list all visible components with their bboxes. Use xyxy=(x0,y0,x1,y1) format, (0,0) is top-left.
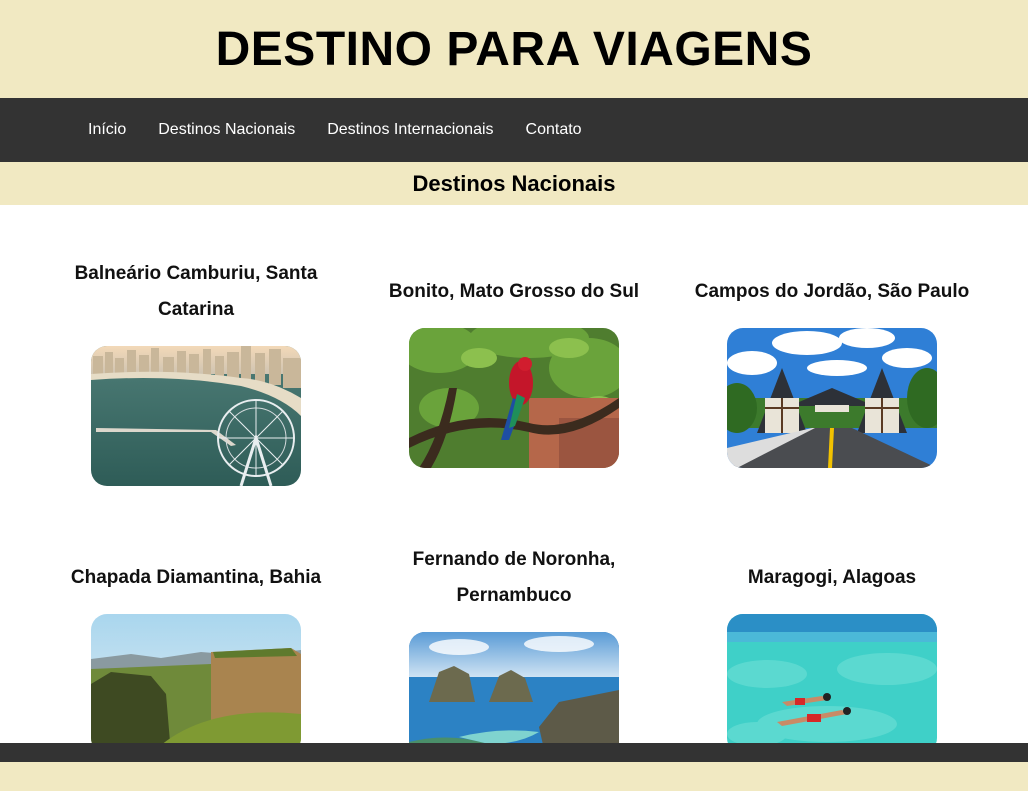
destination-card-bonito: Bonito, Mato Grosso do Sul xyxy=(355,274,673,468)
footer xyxy=(0,762,1028,791)
nav-item-destinos-nacionais[interactable]: Destinos Nacionais xyxy=(158,121,295,139)
turquoise-water-snorkel-photo xyxy=(727,614,937,754)
destination-title: Bonito, Mato Grosso do Sul xyxy=(388,281,640,302)
coastal-city-ferris-wheel-photo xyxy=(91,346,301,486)
alpine-gate-road-photo xyxy=(727,328,937,468)
footer-bar xyxy=(0,743,1028,762)
main-nav: Início Destinos Nacionais Destinos Inter… xyxy=(0,98,1028,162)
destination-card-chapada-diamantina: Chapada Diamantina, Bahia xyxy=(37,560,355,754)
nav-item-contato[interactable]: Contato xyxy=(526,121,582,139)
destination-title: Fernando de Noronha, Pernambuco xyxy=(412,549,616,606)
site-title: DESTINO PARA VIAGENS xyxy=(215,22,813,76)
destination-card-campos-do-jordao: Campos do Jordão, São Paulo xyxy=(673,274,991,468)
destination-title: Chapada Diamantina, Bahia xyxy=(70,567,322,588)
nav-item-inicio[interactable]: Início xyxy=(88,121,126,139)
section-title: Destinos Nacionais xyxy=(412,170,616,196)
plateau-mountains-photo xyxy=(91,614,301,754)
site-header: DESTINO PARA VIAGENS xyxy=(0,0,1028,98)
destination-title: Maragogi, Alagoas xyxy=(747,567,917,588)
section-header: Destinos Nacionais xyxy=(0,162,1028,205)
destination-title: Campos do Jordão, São Paulo xyxy=(694,281,970,302)
destination-card-maragogi: Maragogi, Alagoas xyxy=(673,560,991,754)
destination-title: Balneário Camburiu, Santa Catarina xyxy=(74,263,318,320)
destination-card-fernando-de-noronha: Fernando de Noronha, Pernambuco xyxy=(355,542,673,772)
nav-item-destinos-internacionais[interactable]: Destinos Internacionais xyxy=(327,121,493,139)
destination-card-balneario: Balneário Camburiu, Santa Catarina xyxy=(37,256,355,486)
red-macaw-tree-photo xyxy=(409,328,619,468)
